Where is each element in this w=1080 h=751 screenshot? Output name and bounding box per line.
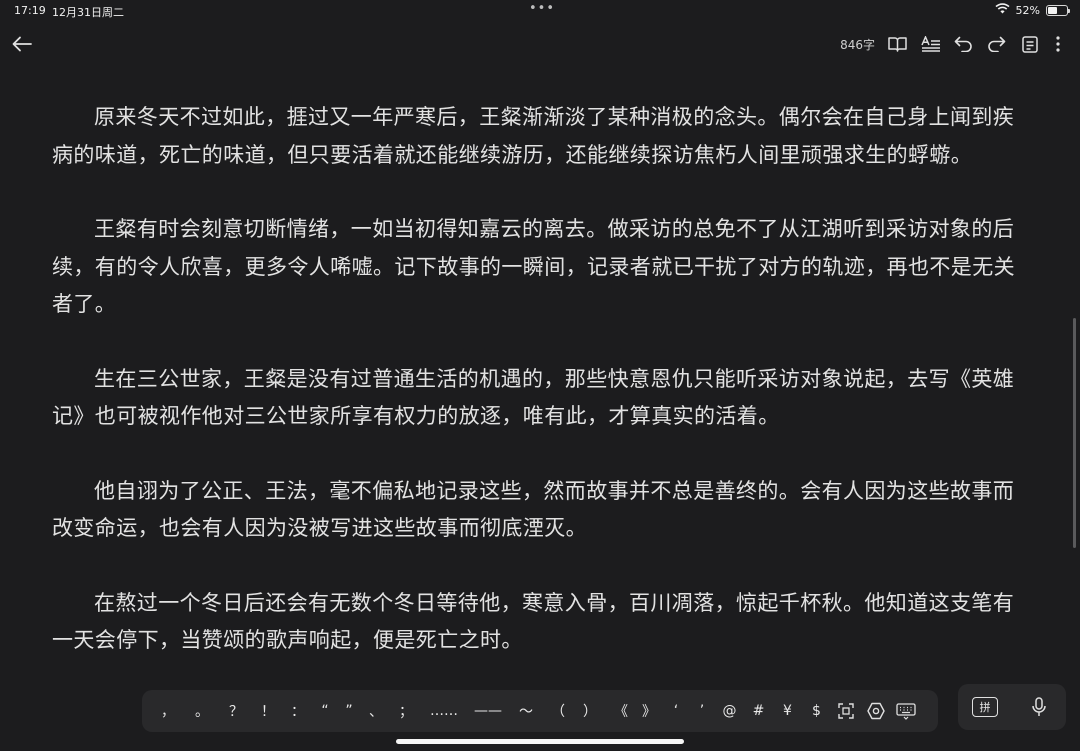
- text-format-button[interactable]: [914, 30, 947, 58]
- back-button[interactable]: [8, 30, 36, 58]
- key-question[interactable]: ？: [219, 690, 253, 732]
- book-icon: [888, 37, 907, 52]
- input-method-button[interactable]: 拼: [972, 697, 998, 717]
- key-at[interactable]: @: [715, 690, 744, 732]
- key-comma[interactable]: ，: [151, 690, 185, 732]
- more-vertical-icon: [1056, 36, 1060, 52]
- status-date: 12月31日周二: [52, 6, 124, 19]
- keyboard-icon: [896, 702, 916, 720]
- hide-keyboard-button[interactable]: [891, 690, 921, 732]
- document-body[interactable]: 原来冬天不过如此，捱过又一年严寒后，王粲渐渐淡了某种消极的念头。偶尔会在自己身上…: [52, 99, 1028, 697]
- reading-mode-button[interactable]: [881, 30, 914, 58]
- editor-toolbar: 846字: [0, 26, 1080, 62]
- undo-button[interactable]: [947, 30, 980, 58]
- punctuation-bar: ， 。 ？ ！ ： “ ” 、 ； …… —— ～ （ ） 《 》 ‘ ’ @ …: [142, 690, 938, 732]
- ime-bar: 拼: [958, 684, 1066, 730]
- key-right-double-quote[interactable]: ”: [337, 690, 361, 732]
- paragraph[interactable]: 生在三公世家，王粲是没有过普通生活的机遇的，那些快意恩仇只能听采访对象说起，去写…: [52, 361, 1028, 436]
- key-left-double-quote[interactable]: “: [313, 690, 337, 732]
- undo-icon: [954, 36, 972, 52]
- battery-icon: [1046, 4, 1070, 16]
- key-tilde[interactable]: ～: [509, 690, 543, 732]
- text-format-icon: [920, 36, 940, 52]
- redo-icon: [988, 36, 1006, 52]
- key-right-book-title[interactable]: 》: [635, 690, 663, 732]
- home-indicator[interactable]: [396, 739, 684, 744]
- key-dash[interactable]: ——: [467, 690, 509, 732]
- key-exclamation[interactable]: ！: [253, 690, 283, 732]
- key-colon[interactable]: ：: [283, 690, 313, 732]
- key-ellipsis[interactable]: ……: [421, 690, 467, 732]
- key-left-single-quote[interactable]: ‘: [663, 690, 689, 732]
- key-right-single-quote[interactable]: ’: [689, 690, 715, 732]
- paragraph[interactable]: 王粲有时会刻意切断情绪，一如当初得知嘉云的离去。做采访的总免不了从江湖听到采访对…: [52, 211, 1028, 324]
- keyboard-settings-button[interactable]: [861, 690, 891, 732]
- key-yen[interactable]: ¥: [773, 690, 802, 732]
- key-left-paren[interactable]: （: [543, 690, 573, 732]
- scan-text-button[interactable]: [831, 690, 861, 732]
- redo-button[interactable]: [980, 30, 1013, 58]
- status-time: 17:19: [14, 4, 46, 17]
- paragraph[interactable]: 在熬过一个冬日后还会有无数个冬日等待他，寒意入骨，百川凋落，惊起千杯秋。他知道这…: [52, 585, 1028, 660]
- status-bar: 17:19 12月31日周二 ••• 52%: [0, 0, 1080, 22]
- input-method-label: 拼: [979, 700, 991, 714]
- battery-percent: 52%: [1015, 3, 1040, 17]
- key-semicolon[interactable]: ；: [391, 690, 421, 732]
- microphone-icon: [1032, 697, 1046, 716]
- vertical-scrollbar[interactable]: [1073, 318, 1076, 548]
- toolbar-actions: 846字: [840, 30, 1070, 58]
- word-count: 846字: [840, 37, 875, 52]
- key-period[interactable]: 。: [185, 690, 219, 732]
- key-dollar[interactable]: $: [802, 690, 831, 732]
- wifi-icon: [994, 3, 1010, 17]
- settings-hexagon-icon: [867, 702, 885, 720]
- outline-button[interactable]: [1013, 30, 1046, 58]
- document-outline-icon: [1021, 35, 1038, 53]
- scan-icon: [838, 703, 854, 719]
- status-right: 52%: [994, 3, 1070, 17]
- paragraph[interactable]: 原来冬天不过如此，捱过又一年严寒后，王粲渐渐淡了某种消极的念头。偶尔会在自己身上…: [52, 99, 1028, 174]
- back-arrow-icon: [12, 36, 32, 52]
- voice-input-button[interactable]: [1026, 694, 1052, 720]
- multitasking-dots-icon[interactable]: •••: [529, 2, 555, 15]
- key-left-book-title[interactable]: 《: [607, 690, 635, 732]
- more-options-button[interactable]: [1046, 30, 1070, 58]
- key-right-paren[interactable]: ）: [573, 690, 607, 732]
- paragraph[interactable]: 他自诩为了公正、王法，毫不偏私地记录这些，然而故事并不总是善终的。会有人因为这些…: [52, 473, 1028, 548]
- key-enumeration-comma[interactable]: 、: [361, 690, 391, 732]
- key-hash[interactable]: #: [744, 690, 773, 732]
